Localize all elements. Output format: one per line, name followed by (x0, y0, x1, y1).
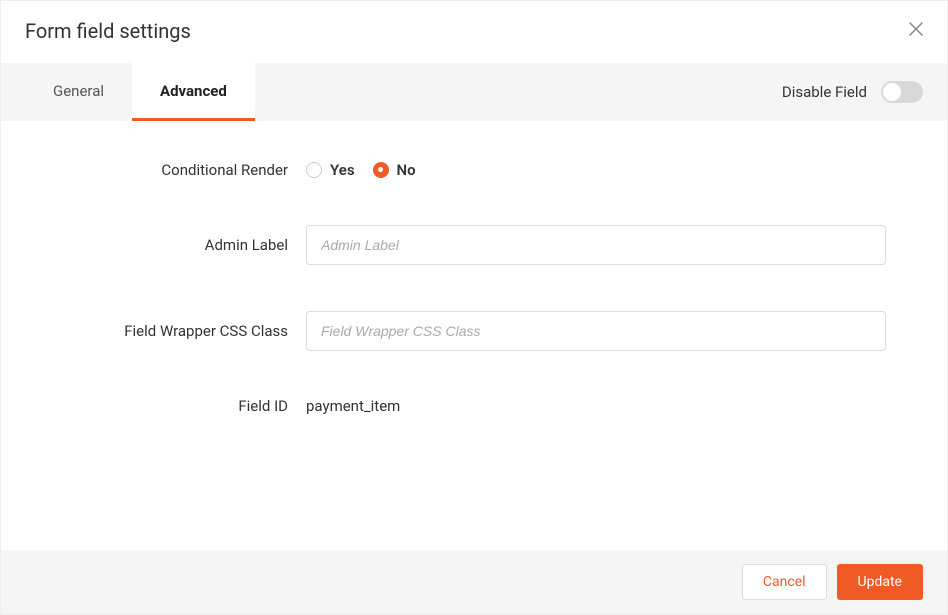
tab-advanced[interactable]: Advanced (132, 63, 255, 121)
toggle-knob (883, 83, 901, 101)
update-button[interactable]: Update (837, 564, 923, 600)
conditional-render-radio-group: Yes No (306, 161, 907, 179)
row-field-id: Field ID payment_item (41, 397, 907, 415)
wrapper-css-input[interactable] (306, 311, 886, 351)
row-conditional-render: Conditional Render Yes No (41, 161, 907, 179)
form-field-settings-modal: Form field settings General Advanced Dis… (0, 0, 948, 615)
tabbar-right: Disable Field (782, 81, 947, 103)
close-icon[interactable] (909, 22, 923, 40)
admin-label-input[interactable] (306, 225, 886, 265)
wrapper-css-control (306, 311, 907, 351)
radio-yes-label: Yes (330, 161, 355, 179)
field-id-value-wrap: payment_item (306, 397, 907, 415)
admin-label-label: Admin Label (41, 236, 306, 254)
tab-general[interactable]: General (25, 63, 132, 121)
field-id-label: Field ID (41, 397, 306, 415)
disable-field-toggle[interactable] (881, 81, 923, 103)
row-admin-label: Admin Label (41, 225, 907, 265)
modal-header: Form field settings (1, 1, 947, 63)
tab-bar: General Advanced Disable Field (1, 63, 947, 121)
admin-label-control (306, 225, 907, 265)
conditional-render-label: Conditional Render (41, 161, 306, 179)
cancel-button[interactable]: Cancel (742, 564, 827, 600)
modal-footer: Cancel Update (1, 550, 947, 614)
radio-no[interactable] (373, 162, 389, 178)
radio-no-label: No (397, 161, 416, 179)
radio-yes[interactable] (306, 162, 322, 178)
row-wrapper-css: Field Wrapper CSS Class (41, 311, 907, 351)
content-area: Conditional Render Yes No Admin Label Fi… (1, 121, 947, 550)
modal-title: Form field settings (25, 19, 191, 43)
wrapper-css-label: Field Wrapper CSS Class (41, 322, 306, 340)
disable-field-label: Disable Field (782, 83, 867, 101)
field-id-value: payment_item (306, 397, 400, 415)
